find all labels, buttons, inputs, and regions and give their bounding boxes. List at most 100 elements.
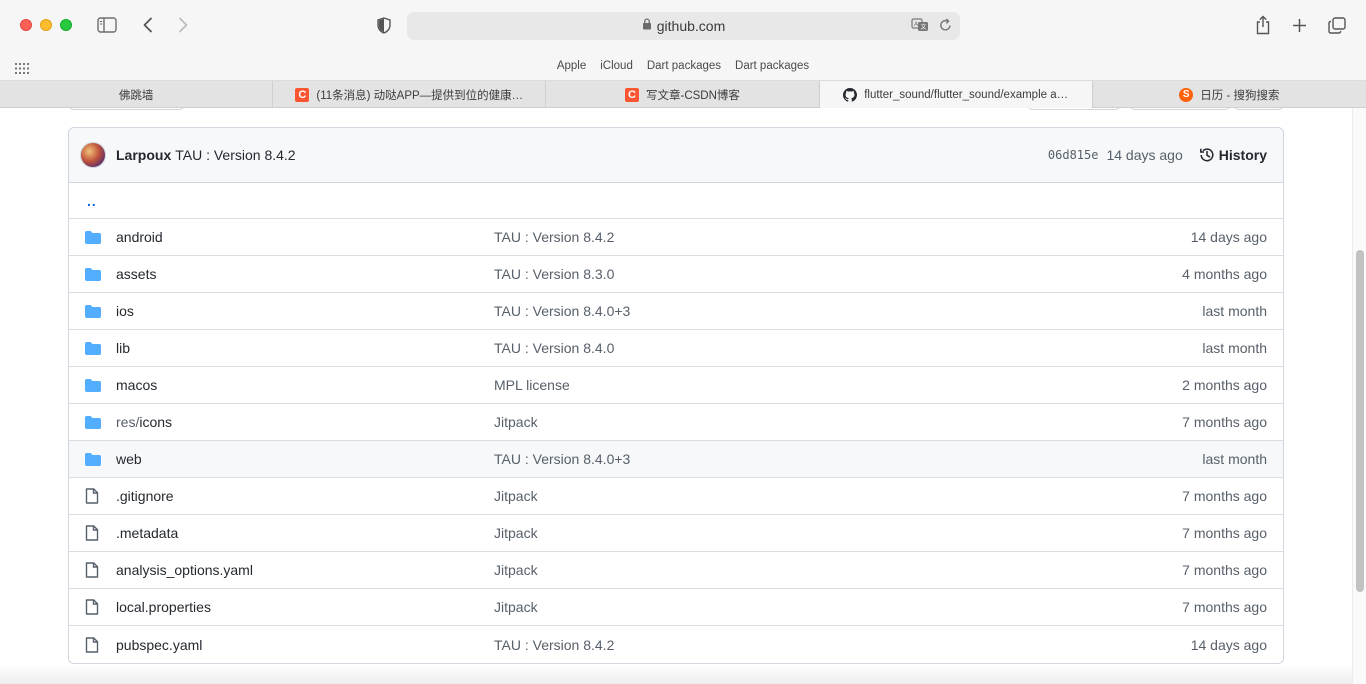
tab-bar: 佛跳墙 C (11条消息) 动哒APP—提供到位的健康… C 写文章-CSDN博客 flu… — [0, 81, 1366, 108]
csdn-icon: C — [295, 87, 310, 102]
file-row[interactable]: pubspec.yaml TAU : Version 8.4.2 14 days a… — [69, 626, 1283, 663]
file-commit-message[interactable]: TAU : Version 8.4.0 — [494, 340, 1202, 356]
file-name-link[interactable]: ios — [116, 303, 494, 319]
file-name-text: android — [116, 229, 163, 245]
file-row[interactable]: .gitignore Jitpack 7 months ago — [69, 478, 1283, 515]
browser-tab-title: flutter_sound/flutter_sound/example a… — [864, 88, 1069, 101]
file-row[interactable]: web TAU : Version 8.4.0+3 last month — [69, 441, 1283, 478]
file-commit-message[interactable]: TAU : Version 8.4.0+3 — [494, 451, 1202, 467]
scrollbar-thumb[interactable] — [1356, 250, 1364, 592]
tab-overview-icon[interactable] — [1328, 17, 1346, 34]
file-commit-message[interactable]: Jitpack — [494, 525, 1182, 541]
file-commit-message[interactable]: TAU : Version 8.3.0 — [494, 266, 1182, 282]
file-row[interactable]: .metadata Jitpack 7 months ago — [69, 515, 1283, 552]
privacy-shield-icon[interactable] — [377, 17, 391, 34]
new-tab-plus-icon[interactable] — [1292, 18, 1307, 33]
file-row[interactable]: assets TAU : Version 8.3.0 4 months ago — [69, 256, 1283, 293]
commit-message[interactable]: TAU : Version 8.4.2 — [175, 147, 1048, 163]
file-commit-message[interactable]: Jitpack — [494, 488, 1182, 504]
window-minimize-button[interactable] — [40, 19, 52, 31]
file-name-text: pubspec.yaml — [116, 636, 203, 653]
file-name-text: macos — [116, 377, 158, 393]
file-icon — [85, 488, 101, 504]
favorites-bar: Apple iCloud Dart packages Dart packages — [0, 52, 1366, 81]
browser-tab[interactable]: S 日历 - 搜狗搜索 — [1093, 81, 1366, 108]
history-link[interactable]: History — [1199, 147, 1267, 163]
file-name-text: icons — [139, 414, 173, 430]
file-commit-message[interactable]: TAU : Version 8.4.2 — [494, 229, 1191, 245]
file-row[interactable]: local.properties Jitpack 7 months ago — [69, 589, 1283, 626]
folder-icon — [85, 378, 101, 392]
file-name-link[interactable]: macos — [116, 377, 494, 393]
button-peek-right-3 — [1233, 108, 1284, 110]
file-icon — [85, 636, 101, 653]
favorite-item[interactable]: Apple — [550, 60, 593, 72]
file-row[interactable]: lib TAU : Version 8.4.0 last month — [69, 330, 1283, 367]
favorite-item[interactable]: Dart packages — [640, 60, 728, 72]
favorite-item[interactable]: Dart packages — [728, 60, 816, 72]
parent-directory-link[interactable]: .. — [69, 183, 1283, 219]
file-row[interactable]: ios TAU : Version 8.4.0+3 last month — [69, 293, 1283, 330]
file-name-link[interactable]: .metadata — [116, 525, 494, 541]
file-name-link[interactable]: pubspec.yaml — [116, 637, 494, 653]
file-name-text: web — [116, 451, 142, 467]
file-row[interactable]: android TAU : Version 8.4.2 14 days ago — [69, 219, 1283, 256]
history-label: History — [1218, 147, 1267, 163]
window-zoom-button[interactable] — [60, 19, 72, 31]
reload-icon[interactable] — [939, 18, 952, 37]
forward-arrow-icon[interactable] — [177, 17, 189, 33]
file-row[interactable]: res/icons Jitpack 7 months ago — [69, 404, 1283, 441]
file-commit-message[interactable]: Jitpack — [494, 599, 1182, 615]
sidebar-toggle-icon[interactable] — [97, 17, 117, 33]
svg-text:文: 文 — [921, 23, 927, 31]
file-name-link[interactable]: android — [116, 229, 494, 245]
folder-icon — [85, 304, 101, 318]
file-commit-message[interactable]: TAU : Version 8.4.0+3 — [494, 303, 1202, 319]
file-commit-message[interactable]: Jitpack — [494, 562, 1182, 578]
address-bar[interactable]: github.com A文 — [407, 12, 960, 40]
sogou-icon: S — [1179, 87, 1194, 102]
file-name-link[interactable]: lib — [116, 340, 494, 356]
translate-icon[interactable]: A文 — [911, 18, 929, 37]
window-close-button[interactable] — [20, 19, 32, 31]
file-name-link[interactable]: res/icons — [116, 414, 494, 430]
file-commit-age: 14 days ago — [1190, 636, 1267, 653]
browser-tab-title: 日历 - 搜狗搜索 — [1200, 89, 1280, 102]
file-name-link[interactable]: local.properties — [116, 599, 494, 615]
file-name-link[interactable]: analysis_options.yaml — [116, 562, 494, 578]
file-name-link[interactable]: assets — [116, 266, 494, 282]
file-name-link[interactable]: .gitignore — [116, 488, 494, 504]
github-icon — [843, 87, 858, 102]
folder-icon — [85, 415, 101, 429]
file-name-link[interactable]: web — [116, 451, 494, 467]
browser-tab[interactable]: C 写文章-CSDN博客 — [546, 81, 820, 108]
file-name-text: .gitignore — [116, 488, 174, 504]
browser-tab[interactable]: C (11条消息) 动哒APP—提供到位的健康… — [273, 81, 547, 108]
share-icon[interactable] — [1255, 15, 1271, 35]
browser-tab[interactable]: flutter_sound/flutter_sound/example a… — [819, 81, 1093, 108]
page-scrollbar[interactable] — [1352, 108, 1366, 684]
address-url: github.com — [656, 18, 726, 34]
file-commit-message[interactable]: Jitpack — [494, 414, 1182, 430]
file-browser: Larpoux TAU : Version 8.4.2 06d815e 14 d… — [68, 127, 1284, 664]
folder-icon — [85, 341, 101, 355]
file-icon — [85, 562, 101, 578]
lock-icon — [642, 17, 652, 35]
file-row[interactable]: macos MPL license 2 months ago — [69, 367, 1283, 404]
file-name-text: local.properties — [116, 599, 211, 615]
favorite-item[interactable]: iCloud — [593, 60, 640, 72]
commit-sha[interactable]: 06d815e — [1048, 148, 1099, 162]
button-peek-left — [68, 108, 185, 110]
file-commit-age: 4 months ago — [1182, 266, 1267, 282]
file-commit-age: last month — [1202, 340, 1267, 356]
file-commit-message[interactable]: MPL license — [494, 377, 1182, 393]
folder-icon — [85, 230, 101, 244]
browser-tab[interactable]: 佛跳墙 — [0, 81, 274, 108]
file-commit-age: 14 days ago — [1190, 229, 1267, 245]
file-row[interactable]: analysis_options.yaml Jitpack 7 months ago — [69, 552, 1283, 589]
file-commit-message[interactable]: TAU : Version 8.4.2 — [494, 637, 1191, 653]
commit-author[interactable]: Larpoux — [116, 147, 171, 163]
bottom-fade — [0, 664, 1352, 684]
back-arrow-icon[interactable] — [142, 17, 154, 33]
avatar[interactable] — [80, 142, 106, 168]
